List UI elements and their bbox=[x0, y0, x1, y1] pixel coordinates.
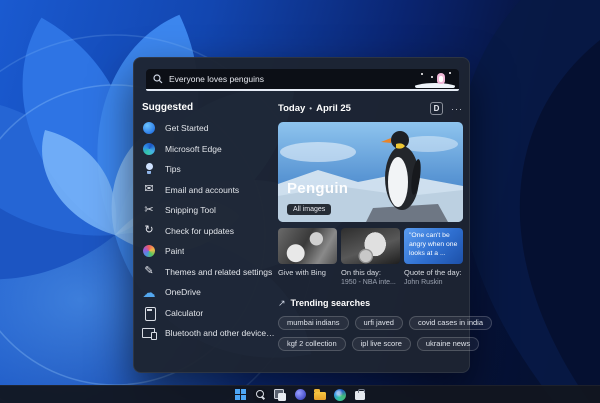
search-bar[interactable] bbox=[146, 69, 459, 91]
calculator-icon bbox=[142, 306, 156, 321]
more-options-icon[interactable]: ··· bbox=[451, 104, 463, 114]
trending-title: Trending searches bbox=[290, 298, 371, 309]
email-envelope-icon: ✉ bbox=[144, 183, 154, 196]
suggested-item-tips[interactable]: Tips bbox=[140, 159, 276, 180]
hero-image-penguin[interactable]: Penguin All images bbox=[278, 122, 463, 222]
suggested-item-email-accounts[interactable]: ✉ Email and accounts bbox=[140, 180, 276, 201]
trending-chip[interactable]: mumbai indians bbox=[278, 315, 349, 330]
microsoft-edge-icon bbox=[142, 142, 156, 156]
date-separator: • bbox=[309, 104, 313, 113]
task-view-icon[interactable] bbox=[273, 388, 287, 402]
tips-lightbulb-icon bbox=[142, 162, 156, 176]
themes-brush-icon: ✎ bbox=[144, 265, 154, 278]
suggested-list: Get Started Microsoft Edge Tips ✉ Email … bbox=[140, 118, 276, 344]
daily-content-column: Today • April 25 D ··· Penguin All image… bbox=[278, 102, 493, 351]
trending-chip[interactable]: ipl live score bbox=[351, 336, 411, 351]
search-flyout-panel: Suggested Get Started Microsoft Edge Tip… bbox=[133, 57, 493, 373]
taskbar bbox=[0, 385, 600, 403]
today-label: Today bbox=[278, 103, 306, 114]
get-started-icon bbox=[142, 121, 156, 135]
update-arrows-icon: ↻ bbox=[144, 224, 154, 237]
date-label: April 25 bbox=[316, 103, 351, 114]
on-this-day-caption[interactable]: On this day: 1950 - NBA inte... bbox=[341, 268, 400, 287]
snipping-scissors-icon: ✂ bbox=[144, 203, 154, 216]
taskbar-search-icon[interactable] bbox=[253, 387, 267, 402]
trending-chip-row-2: kgf 2 collection ipl live score ukraine … bbox=[278, 336, 480, 351]
card-tiles-row: "One can't be angry when one looks at a … bbox=[278, 228, 463, 264]
suggested-item-paint[interactable]: Paint bbox=[140, 241, 276, 262]
edge-browser-icon[interactable] bbox=[333, 388, 347, 402]
suggested-item-calculator[interactable]: Calculator bbox=[140, 303, 276, 324]
trending-chip[interactable]: covid cases in india bbox=[408, 315, 493, 330]
profile-badge[interactable]: D bbox=[430, 102, 443, 115]
trending-chip-row-1: mumbai indians urfi javed covid cases in… bbox=[278, 315, 493, 330]
cortana-icon[interactable] bbox=[293, 388, 307, 402]
give-with-bing-caption[interactable]: Give with Bing bbox=[278, 268, 337, 287]
trending-up-icon: ↗ bbox=[278, 297, 286, 308]
trending-chip[interactable]: kgf 2 collection bbox=[278, 336, 346, 351]
suggested-item-themes[interactable]: ✎ Themes and related settings bbox=[140, 262, 276, 283]
suggested-item-snipping-tool[interactable]: ✂ Snipping Tool bbox=[140, 200, 276, 221]
penguin-doodle-illustration bbox=[415, 70, 455, 88]
quote-of-the-day-card[interactable]: "One can't be angry when one looks at a … bbox=[404, 228, 463, 264]
devices-icon bbox=[142, 326, 157, 341]
trending-chip[interactable]: urfi javed bbox=[354, 315, 403, 330]
trending-chip[interactable]: ukraine news bbox=[416, 336, 480, 351]
suggested-item-get-started[interactable]: Get Started bbox=[140, 118, 276, 139]
suggested-item-microsoft-edge[interactable]: Microsoft Edge bbox=[140, 139, 276, 160]
suggested-heading: Suggested bbox=[142, 102, 194, 113]
suggested-item-bluetooth-devices[interactable]: Bluetooth and other devices sett... bbox=[140, 323, 276, 344]
quote-text: "One can't be angry when one looks at a … bbox=[409, 232, 458, 257]
on-this-day-card[interactable] bbox=[341, 228, 400, 264]
quote-caption[interactable]: Quote of the day: John Ruskin bbox=[404, 268, 463, 287]
suggested-item-check-updates[interactable]: ↻ Check for updates bbox=[140, 221, 276, 242]
trending-searches-section: ↗ Trending searches mumbai indians urfi … bbox=[278, 298, 493, 351]
search-input[interactable] bbox=[169, 74, 409, 84]
microsoft-store-icon[interactable] bbox=[353, 388, 367, 402]
search-icon bbox=[153, 74, 163, 84]
onedrive-cloud-icon: ☁ bbox=[142, 284, 156, 300]
suggested-item-onedrive[interactable]: ☁ OneDrive bbox=[140, 282, 276, 303]
card-captions-row: Give with Bing On this day: 1950 - NBA i… bbox=[278, 268, 463, 287]
all-images-badge[interactable]: All images bbox=[287, 204, 332, 215]
today-header-row: Today • April 25 D ··· bbox=[278, 102, 463, 115]
trending-header: ↗ Trending searches bbox=[278, 298, 463, 309]
start-button-icon[interactable] bbox=[233, 388, 247, 402]
paint-palette-icon bbox=[142, 244, 156, 258]
desktop: { "search": { "value": "Everyone loves p… bbox=[0, 0, 600, 403]
give-with-bing-card[interactable] bbox=[278, 228, 337, 264]
file-explorer-icon[interactable] bbox=[313, 388, 327, 402]
hero-title: Penguin bbox=[287, 180, 349, 197]
